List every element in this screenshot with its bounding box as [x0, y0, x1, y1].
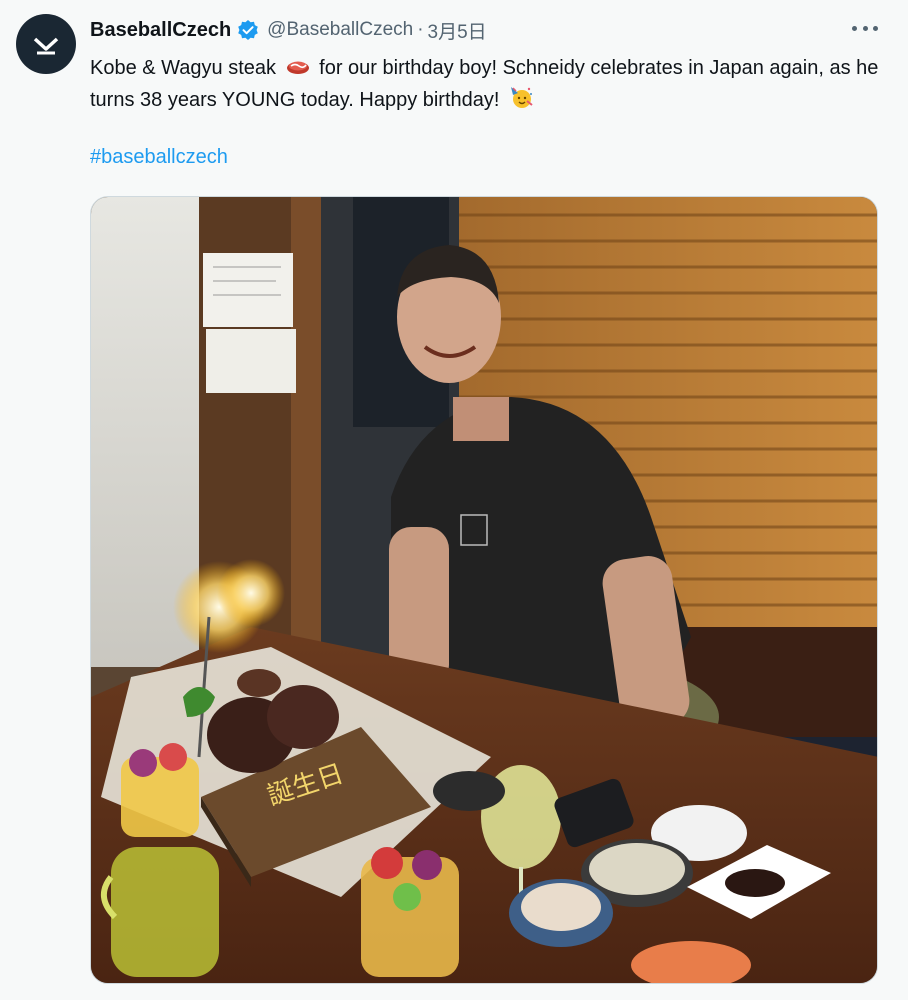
- tweet-card[interactable]: BaseballCzech @BaseballCzech · 3月5日 Kobe…: [0, 0, 908, 1000]
- separator-dot: ·: [417, 19, 424, 40]
- birthday-dinner-photo: 誕生日: [91, 197, 877, 983]
- handle[interactable]: @BaseballCzech: [267, 19, 413, 41]
- logo-icon: [33, 37, 59, 55]
- tweet-header: BaseballCzech @BaseballCzech · 3月5日: [90, 16, 487, 44]
- party-face-emoji-icon: [509, 85, 533, 108]
- post-date[interactable]: 3月5日: [428, 17, 487, 44]
- tweet-text: Kobe & Wagyu steak for our birthday boy!…: [90, 52, 880, 116]
- display-name[interactable]: BaseballCzech: [90, 19, 231, 42]
- avatar[interactable]: [16, 14, 76, 74]
- more-options-icon[interactable]: [852, 18, 878, 38]
- meat-emoji-icon: [286, 55, 310, 77]
- tweet-photo[interactable]: 誕生日: [90, 196, 878, 984]
- tweet-text-part-1: Kobe & Wagyu steak: [90, 57, 277, 79]
- hashtag-link[interactable]: #baseballczech: [90, 146, 228, 169]
- verified-badge-icon: [237, 19, 259, 41]
